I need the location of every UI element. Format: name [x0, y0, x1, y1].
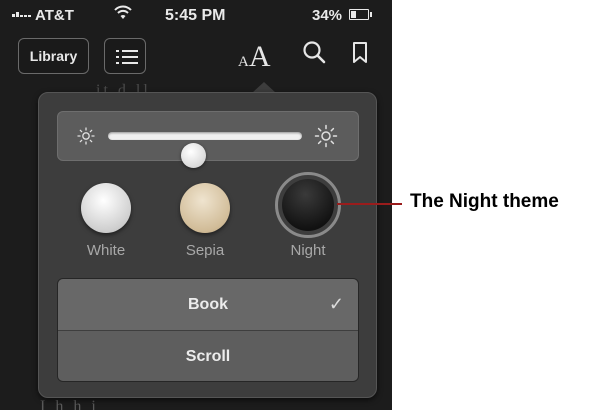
wifi-icon [114, 5, 132, 19]
theme-sepia-label: Sepia [185, 242, 225, 259]
library-button[interactable]: Library [18, 38, 89, 74]
font-large-label: A [248, 40, 271, 73]
font-settings-button[interactable]: AA [238, 40, 271, 74]
battery-percent: 34% [312, 7, 343, 24]
page-text-bottom: I h h i [40, 398, 99, 410]
sun-large-icon [314, 124, 338, 148]
search-icon[interactable] [302, 40, 328, 66]
sun-small-icon [77, 127, 95, 145]
callout-label: The Night theme [410, 191, 559, 212]
checkmark-icon: ✓ [328, 294, 344, 314]
brightness-slider[interactable] [108, 132, 302, 168]
carrier-label: AT&T [35, 7, 74, 24]
theme-white-button[interactable] [81, 183, 131, 233]
theme-white-label: White [86, 242, 126, 259]
bookmark-icon[interactable] [352, 42, 368, 64]
table-of-contents-button[interactable] [104, 38, 146, 74]
signal-icon [12, 7, 31, 17]
theme-night-label: Night [290, 242, 326, 259]
theme-sepia-button[interactable] [180, 183, 230, 233]
font-small-label: A [238, 54, 249, 70]
callout-line [337, 203, 402, 205]
brightness-control [57, 111, 359, 168]
battery-icon [349, 9, 372, 20]
clock: 5:45 PM [165, 7, 226, 24]
layout-book-option[interactable]: Book ✓ [58, 279, 358, 330]
layout-scroll-option[interactable]: Scroll [58, 331, 358, 381]
layout-scroll-label: Scroll [185, 348, 231, 365]
layout-options: Book ✓ Scroll [57, 278, 359, 382]
theme-night-button[interactable] [282, 179, 334, 231]
layout-book-label: Book [188, 296, 228, 313]
status-bar: AT&T 5:45 PM 34% [0, 0, 392, 30]
